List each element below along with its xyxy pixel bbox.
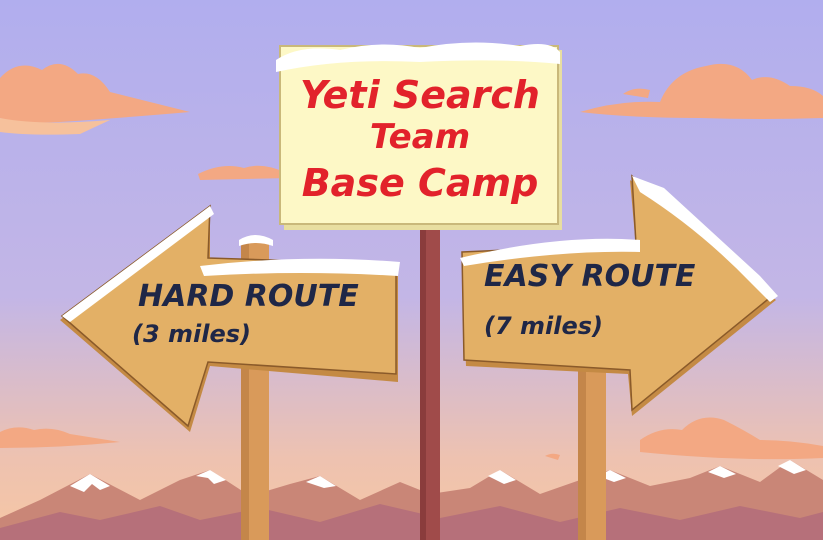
yeti-base-camp-scene: Yeti Search Team Base Camp HARD ROUTE (3… [0, 0, 823, 540]
sign-title-line3: Base Camp [302, 161, 539, 205]
sign-title-line2: Team [370, 117, 470, 157]
hard-route-label: HARD ROUTE [138, 279, 359, 314]
sign-title-line1: Yeti Search [300, 73, 540, 117]
easy-route-distance: (7 miles) [484, 312, 603, 340]
easy-route-label: EASY ROUTE [484, 259, 696, 294]
scene-illustration: Yeti Search Team Base Camp HARD ROUTE (3… [0, 0, 823, 540]
hard-route-distance: (3 miles) [132, 320, 251, 348]
